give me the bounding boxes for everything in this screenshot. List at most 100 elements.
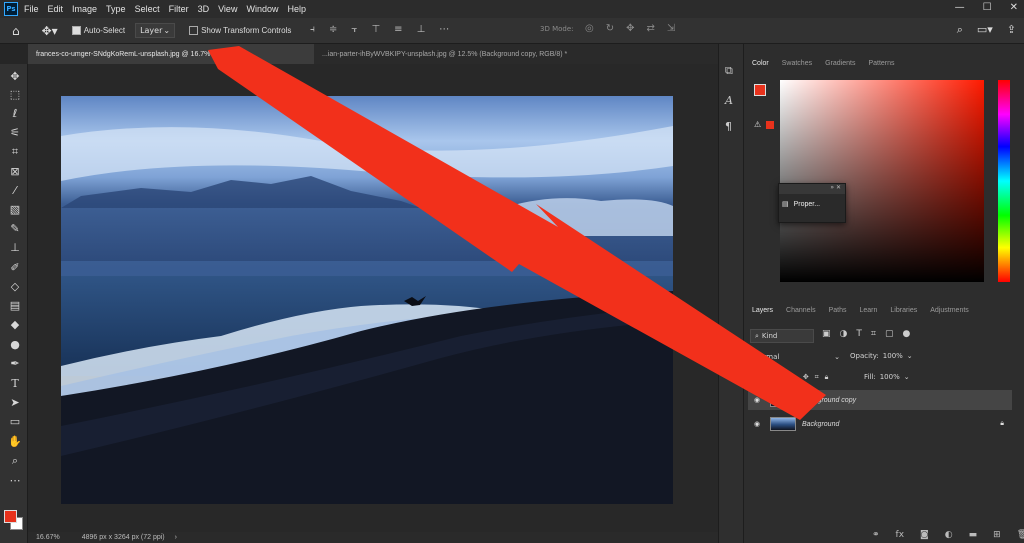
add-mask-icon[interactable]: ◙: [920, 530, 929, 540]
distribute-icon[interactable]: ⋯: [439, 24, 449, 35]
path-selection-tool-icon[interactable]: ➤: [8, 396, 22, 410]
close-icon[interactable]: ✕: [836, 184, 841, 191]
document-tab-inactive[interactable]: ...ian-parter-ihByWVBKIPY-unsplash.jpg @…: [314, 44, 644, 64]
menu-select[interactable]: Select: [135, 4, 160, 14]
align-center-icon[interactable]: ≑: [329, 24, 337, 35]
object-selection-tool-icon[interactable]: ⚟: [8, 126, 22, 140]
auto-select-target-dropdown[interactable]: Layer ⌄: [135, 23, 176, 38]
tab-paths[interactable]: Paths: [829, 307, 847, 314]
menu-window[interactable]: Window: [246, 4, 278, 14]
link-layers-icon[interactable]: ⚭: [872, 530, 880, 540]
layer-filter-dropdown[interactable]: ⌕ Kind: [750, 329, 814, 343]
adjustment-filter-icon[interactable]: ◑: [840, 329, 848, 339]
tab-color[interactable]: Color: [752, 60, 769, 67]
pixel-filter-icon[interactable]: ▣: [822, 329, 831, 339]
slide-icon[interactable]: ⇄: [647, 23, 655, 34]
color-panel-foreground-swatch[interactable]: [754, 84, 766, 96]
workspace-icon[interactable]: ▭▾: [977, 23, 993, 37]
shape-filter-icon[interactable]: ⌗: [871, 329, 876, 339]
move-tool-icon[interactable]: ✥: [8, 70, 22, 84]
healing-brush-tool-icon[interactable]: ▧: [8, 203, 22, 217]
brush-tool-icon[interactable]: ✎: [8, 222, 22, 236]
color-picker-field[interactable]: [780, 80, 984, 282]
close-button[interactable]: ✕: [1010, 2, 1018, 13]
history-panel-icon[interactable]: ⧉: [725, 64, 733, 78]
menu-image[interactable]: Image: [72, 4, 97, 14]
visibility-eye-icon[interactable]: ◉: [752, 396, 762, 404]
new-layer-icon[interactable]: ⊞: [993, 530, 1001, 540]
menu-type[interactable]: Type: [106, 4, 126, 14]
hand-tool-icon[interactable]: ✋: [8, 435, 22, 449]
dodge-tool-icon[interactable]: ●: [8, 338, 22, 352]
align-bottom-icon[interactable]: ⊥: [417, 24, 426, 35]
align-middle-icon[interactable]: ≡: [394, 24, 402, 35]
scale-3d-icon[interactable]: ⇲: [667, 23, 675, 34]
delete-layer-icon[interactable]: 🗑︎: [1017, 530, 1024, 540]
hue-slider[interactable]: [998, 80, 1010, 282]
history-brush-tool-icon[interactable]: ✐: [8, 261, 22, 275]
filter-toggle-icon[interactable]: ●: [902, 329, 910, 339]
crop-tool-icon[interactable]: ⌗: [8, 145, 22, 159]
smart-object-filter-icon[interactable]: ▢: [885, 329, 894, 339]
tab-swatches[interactable]: Swatches: [782, 60, 812, 67]
new-adjustment-icon[interactable]: ◐: [945, 530, 953, 540]
align-right-icon[interactable]: ⫟: [351, 24, 357, 35]
roll-icon[interactable]: ↻: [606, 23, 614, 34]
eraser-tool-icon[interactable]: ◇: [8, 280, 22, 294]
layer-lock-icon[interactable]: 🔒︎: [1000, 420, 1004, 428]
minimize-button[interactable]: —: [955, 2, 965, 13]
layer-row-background[interactable]: ◉ Background 🔒︎: [748, 414, 1012, 434]
fill-control[interactable]: Fill: 100% ⌄: [864, 373, 910, 381]
visibility-eye-icon[interactable]: ◉: [752, 420, 762, 428]
type-tool-icon[interactable]: T: [8, 377, 22, 391]
clone-stamp-tool-icon[interactable]: ⊥: [8, 241, 22, 255]
foreground-color-swatch[interactable]: [4, 510, 17, 523]
document-tab-active[interactable]: frances-co-umger-SNdgKoRemL-unsplash.jpg…: [28, 44, 314, 64]
lock-pixels-icon[interactable]: ▦: [778, 373, 785, 382]
lock-position-icon[interactable]: ✥: [803, 373, 809, 382]
canvas-image-seascape[interactable]: [61, 96, 673, 504]
lock-artboard-icon[interactable]: ⌗: [815, 373, 819, 382]
tab-layers[interactable]: Layers: [752, 307, 773, 314]
search-icon[interactable]: ⌕: [957, 23, 963, 37]
maximize-button[interactable]: ☐: [983, 2, 992, 13]
paragraph-panel-icon[interactable]: ¶: [725, 120, 732, 133]
opacity-control[interactable]: Opacity: 100% ⌄: [850, 352, 913, 360]
more-tools-icon[interactable]: ⋯: [8, 474, 22, 488]
menu-edit[interactable]: Edit: [48, 4, 64, 14]
frame-tool-icon[interactable]: ⊠: [8, 165, 22, 179]
tab-channels[interactable]: Channels: [786, 307, 816, 314]
menu-help[interactable]: Help: [287, 4, 306, 14]
tab-learn[interactable]: Learn: [860, 307, 878, 314]
collapse-icon[interactable]: »: [830, 184, 834, 191]
tab-gradients[interactable]: Gradients: [825, 60, 855, 67]
lock-all-icon[interactable]: 🔒︎: [825, 373, 829, 382]
lasso-tool-icon[interactable]: ℓ: [8, 107, 22, 121]
tab-adjustments[interactable]: Adjustments: [930, 307, 969, 314]
gradient-tool-icon[interactable]: ▤: [8, 299, 22, 313]
menu-3d[interactable]: 3D: [198, 4, 210, 14]
marquee-tool-icon[interactable]: ⬚: [8, 88, 22, 102]
rectangle-tool-icon[interactable]: ▭: [8, 415, 22, 429]
eyedropper-tool-icon[interactable]: ⁄: [8, 184, 22, 198]
auto-select-checkbox[interactable]: Auto-Select: [71, 26, 125, 35]
new-group-icon[interactable]: ▬: [969, 530, 978, 540]
pen-tool-icon[interactable]: ✒: [8, 357, 22, 371]
menu-view[interactable]: View: [218, 4, 237, 14]
zoom-level[interactable]: 16.67%: [36, 534, 60, 541]
out-of-gamut-swatch[interactable]: [766, 121, 774, 129]
menu-file[interactable]: File: [24, 4, 39, 14]
home-icon[interactable]: ⌂: [12, 24, 20, 38]
properties-button[interactable]: ▤ Proper...: [779, 194, 845, 214]
zoom-tool-icon[interactable]: ⌕: [8, 454, 22, 468]
status-menu-arrow[interactable]: ›: [175, 534, 177, 541]
tab-libraries[interactable]: Libraries: [890, 307, 917, 314]
blend-mode-dropdown[interactable]: Normal ⌄: [750, 350, 844, 364]
orbit-icon[interactable]: ◎: [585, 23, 594, 34]
blur-tool-icon[interactable]: ◆: [8, 318, 22, 332]
tab-patterns[interactable]: Patterns: [868, 60, 894, 67]
pan-3d-icon[interactable]: ✥: [626, 23, 634, 34]
menu-filter[interactable]: Filter: [169, 4, 189, 14]
add-style-icon[interactable]: fx: [896, 530, 905, 540]
move-tool-preset-icon[interactable]: ✥▾: [42, 24, 58, 38]
